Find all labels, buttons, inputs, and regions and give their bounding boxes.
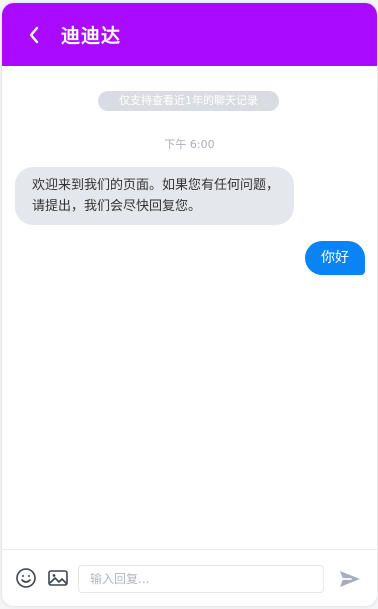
smile-icon[interactable] — [15, 567, 37, 589]
send-icon[interactable] — [337, 566, 363, 592]
reply-input[interactable] — [78, 565, 324, 593]
chevron-left-icon — [29, 26, 39, 43]
composer — [2, 549, 377, 606]
chat-window: 迪迪达 仅支持查看近1年的聊天记录 下午 6:00 欢迎来到我们的页面。如果您有… — [2, 3, 377, 606]
received-message: 欢迎来到我们的页面。如果您有任何问题，请提出，我们会尽快回复您。 — [15, 167, 294, 225]
chat-title: 迪迪达 — [61, 25, 122, 47]
chat-header: 迪迪达 — [2, 3, 377, 66]
image-icon[interactable] — [47, 567, 69, 589]
back-button[interactable] — [22, 23, 46, 47]
history-notice: 仅支持查看近1年的聊天记录 — [98, 91, 279, 111]
sent-message: 你好 — [305, 241, 365, 275]
message-time: 下午 6:00 — [164, 138, 215, 151]
